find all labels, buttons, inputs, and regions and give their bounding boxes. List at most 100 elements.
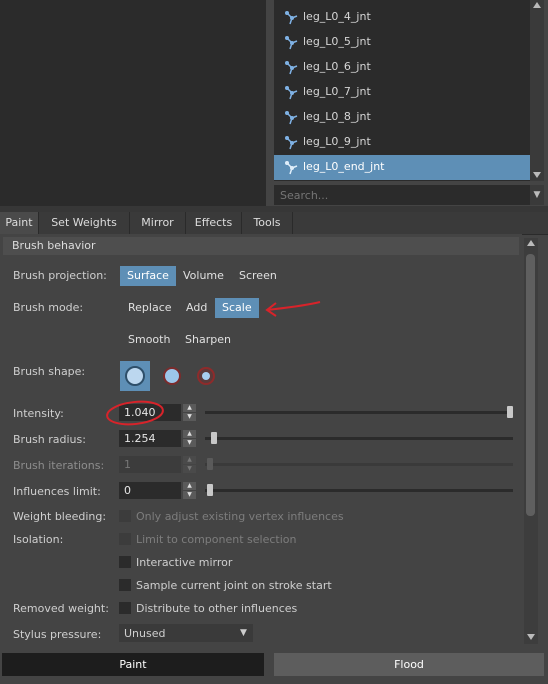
distribute-to-other-label: Distribute to other influences <box>136 602 298 615</box>
brush-iterations-slider[interactable] <box>205 463 513 466</box>
interactive-mirror-checkbox[interactable] <box>119 556 131 568</box>
increment-icon[interactable]: ▲ <box>183 482 196 490</box>
list-item[interactable]: leg_L0_8_jnt <box>274 105 530 130</box>
viewport-area <box>0 0 266 206</box>
mode-add-button[interactable]: Add <box>179 298 214 318</box>
decrement-icon[interactable]: ▼ <box>183 465 196 473</box>
list-item-label: leg_L0_end_jnt <box>303 160 385 173</box>
brush-iterations-field[interactable]: 1 <box>119 456 181 473</box>
scroll-down-icon[interactable] <box>527 634 535 640</box>
annotation-arrow <box>265 301 321 317</box>
influences-limit-field[interactable]: 0 <box>119 482 181 499</box>
tab-paint[interactable]: Paint <box>0 212 39 234</box>
list-item-label: leg_L0_6_jnt <box>303 60 371 73</box>
brush-radius-field[interactable]: 1.254 <box>119 430 181 447</box>
chevron-down-icon: ▼ <box>533 190 541 200</box>
brush-shape-soft-button[interactable] <box>157 361 187 391</box>
list-item[interactable]: leg_L0_7_jnt <box>274 80 530 105</box>
list-item[interactable]: leg_L0_6_jnt <box>274 55 530 80</box>
panel-gap <box>266 0 274 206</box>
scrollbar-thumb[interactable] <box>526 254 535 516</box>
influences-limit-label: Influences limit: <box>13 485 101 498</box>
intensity-slider[interactable] <box>205 411 513 414</box>
brush-iterations-stepper[interactable]: ▲ ▼ <box>183 456 196 473</box>
brush-mode-label: Brush mode: <box>13 301 84 314</box>
brush-radius-stepper[interactable]: ▲ ▼ <box>183 430 196 447</box>
list-item-label: leg_L0_9_jnt <box>303 135 371 148</box>
section-title: Brush behavior <box>12 239 96 252</box>
scroll-up-icon[interactable] <box>533 2 541 8</box>
gaussian-brush-icon <box>197 367 215 385</box>
brush-shape-solid-button[interactable] <box>120 361 150 391</box>
list-item[interactable]: leg_L0_4_jnt <box>274 5 530 30</box>
scroll-up-icon[interactable] <box>527 240 535 246</box>
joint-icon <box>285 86 298 100</box>
brush-iterations-slider-thumb[interactable] <box>207 458 213 470</box>
tab-set-weights[interactable]: Set Weights <box>39 212 130 234</box>
list-item-label: leg_L0_4_jnt <box>303 10 371 23</box>
decrement-icon[interactable]: ▼ <box>183 413 196 421</box>
increment-icon[interactable]: ▲ <box>183 404 196 412</box>
search-input[interactable] <box>274 185 532 205</box>
weight-bleeding-label: Weight bleeding: <box>13 510 107 523</box>
mode-smooth-button[interactable]: Smooth <box>121 330 177 350</box>
sample-current-joint-label: Sample current joint on stroke start <box>136 579 332 592</box>
sample-current-joint-checkbox[interactable] <box>119 579 131 591</box>
intensity-stepper[interactable]: ▲ ▼ <box>183 404 196 421</box>
brush-shape-gaussian-button[interactable] <box>191 361 221 391</box>
tab-tools[interactable]: Tools <box>242 212 293 234</box>
influences-limit-slider-thumb[interactable] <box>207 484 213 496</box>
joint-list: leg_L0_4_jnt leg_L0_5_jnt leg_L0_6_jnt l… <box>274 0 530 181</box>
list-item[interactable]: leg_L0_9_jnt <box>274 130 530 155</box>
mode-replace-button[interactable]: Replace <box>121 298 179 318</box>
joint-icon <box>285 11 298 25</box>
mode-sharpen-button[interactable]: Sharpen <box>178 330 238 350</box>
flood-button[interactable]: Flood <box>274 653 544 676</box>
chevron-down-icon[interactable]: ▼ <box>234 624 253 642</box>
brush-radius-label: Brush radius: <box>13 433 86 446</box>
brush-iterations-label: Brush iterations: <box>13 459 105 472</box>
increment-icon[interactable]: ▲ <box>183 456 196 464</box>
mode-scale-button[interactable]: Scale <box>215 298 259 318</box>
brush-radius-slider[interactable] <box>205 437 513 440</box>
only-adjust-existing-label: Only adjust existing vertex influences <box>136 510 344 523</box>
decrement-icon[interactable]: ▼ <box>183 439 196 447</box>
projection-surface-button[interactable]: Surface <box>120 266 176 286</box>
stylus-pressure-label: Stylus pressure: <box>13 628 102 641</box>
projection-volume-button[interactable]: Volume <box>176 266 231 286</box>
removed-weight-label: Removed weight: <box>13 602 109 615</box>
search-field[interactable] <box>274 185 532 205</box>
distribute-to-other-checkbox[interactable] <box>119 602 131 614</box>
decrement-icon[interactable]: ▼ <box>183 491 196 499</box>
list-scrollbar[interactable] <box>530 0 544 181</box>
brush-radius-slider-thumb[interactable] <box>211 432 217 444</box>
tab-bar: Paint Set Weights Mirror Effects Tools <box>0 212 548 235</box>
increment-icon[interactable]: ▲ <box>183 430 196 438</box>
list-item-selected[interactable]: leg_L0_end_jnt <box>274 155 530 180</box>
intensity-label: Intensity: <box>13 407 64 420</box>
intensity-slider-thumb[interactable] <box>507 406 513 418</box>
list-item-label: leg_L0_8_jnt <box>303 110 371 123</box>
joint-icon <box>285 136 298 150</box>
scroll-down-icon[interactable] <box>533 172 541 178</box>
brush-shape-label: Brush shape: <box>13 365 86 378</box>
tab-mirror[interactable]: Mirror <box>130 212 186 234</box>
interactive-mirror-label: Interactive mirror <box>136 556 233 569</box>
joint-icon <box>285 36 298 50</box>
influences-limit-stepper[interactable]: ▲ ▼ <box>183 482 196 499</box>
only-adjust-existing-checkbox[interactable] <box>119 510 131 522</box>
joint-icon <box>285 161 298 175</box>
annotation-circle <box>106 400 164 426</box>
list-item[interactable]: leg_L0_5_jnt <box>274 30 530 55</box>
list-item-label: leg_L0_5_jnt <box>303 35 371 48</box>
tab-effects[interactable]: Effects <box>186 212 242 234</box>
influences-limit-slider[interactable] <box>205 489 513 492</box>
limit-to-component-checkbox[interactable] <box>119 533 131 545</box>
list-item-label: leg_L0_7_jnt <box>303 85 371 98</box>
paint-button[interactable]: Paint <box>2 653 264 676</box>
projection-screen-button[interactable]: Screen <box>232 266 284 286</box>
soft-brush-icon <box>163 367 181 385</box>
search-dropdown-button[interactable]: ▼ <box>530 185 544 205</box>
brush-projection-label: Brush projection: <box>13 269 107 282</box>
solid-brush-icon <box>125 366 145 386</box>
